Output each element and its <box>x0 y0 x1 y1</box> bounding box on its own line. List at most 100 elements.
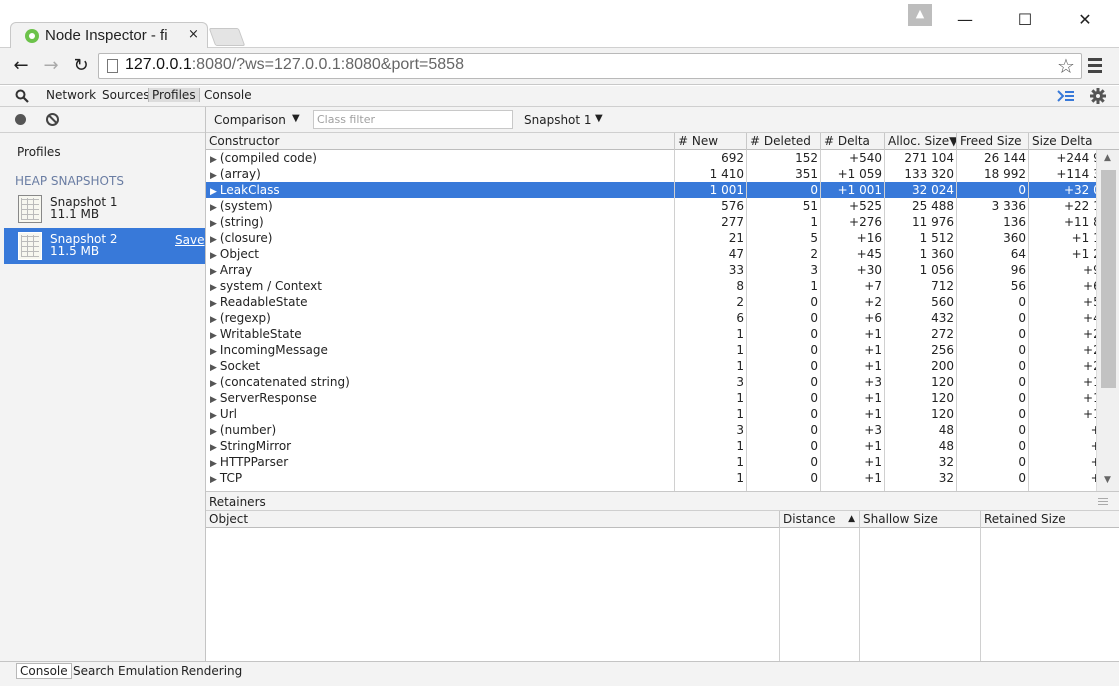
expand-triangle-icon[interactable]: ▶ <box>210 379 217 389</box>
new-tab-button[interactable] <box>208 28 246 46</box>
bookmark-star-icon[interactable]: ☆ <box>1057 54 1075 78</box>
table-row[interactable]: ▶(string) 277 1 +276 11 976 136 +11 840 <box>206 214 1097 230</box>
forward-button[interactable]: → <box>40 55 62 77</box>
expand-triangle-icon[interactable]: ▶ <box>210 235 217 245</box>
sidebar-item-snapshot-2[interactable]: Snapshot 2 11.5 MB Save <box>4 228 205 264</box>
tab-console[interactable]: Console <box>204 88 252 102</box>
minimize-button[interactable]: — <box>950 8 980 32</box>
expand-triangle-icon[interactable]: ▶ <box>210 315 217 325</box>
expand-triangle-icon[interactable]: ▶ <box>210 171 217 181</box>
drawer-tab-console[interactable]: Console <box>16 663 72 679</box>
table-row[interactable]: ▶(regexp) 6 0 +6 432 0 +432 <box>206 310 1097 326</box>
alloc-size-cell: 712 <box>931 279 954 293</box>
table-row[interactable]: ▶Url 1 0 +1 120 0 +120 <box>206 406 1097 422</box>
record-icon[interactable] <box>15 114 26 125</box>
drawer-tab-rendering[interactable]: Rendering <box>181 664 242 678</box>
freed-size-cell: 64 <box>1010 247 1026 261</box>
table-row[interactable]: ▶StringMirror 1 0 +1 48 0 +48 <box>206 438 1097 454</box>
close-window-button[interactable]: ✕ <box>1070 8 1100 32</box>
expand-triangle-icon[interactable]: ▶ <box>210 475 217 485</box>
table-row[interactable]: ▶Array333+301 05696+960 <box>206 262 1097 278</box>
table-row[interactable]: ▶Socket 1 0 +1 200 0 +200 <box>206 358 1097 374</box>
expand-triangle-icon[interactable]: ▶ <box>210 283 217 293</box>
drawer-tab-search[interactable]: Search <box>73 664 114 678</box>
expand-triangle-icon[interactable]: ▶ <box>210 363 217 373</box>
chevron-down-icon[interactable]: ▼ <box>595 113 603 124</box>
reload-button[interactable]: ↻ <box>70 55 92 77</box>
expand-triangle-icon[interactable]: ▶ <box>210 427 217 437</box>
expand-triangle-icon[interactable]: ▶ <box>210 299 217 309</box>
table-row[interactable]: ▶Object 47 2 +45 1 360 64 +1 296 <box>206 246 1097 262</box>
save-snapshot-link[interactable]: Save <box>175 233 204 247</box>
table-row[interactable]: ▶WritableState 1 0 +1 272 0 +272 <box>206 326 1097 342</box>
freed-size-cell: 96 <box>1010 263 1026 277</box>
profiles-heading[interactable]: Profiles <box>17 145 61 159</box>
expand-triangle-icon[interactable]: ▶ <box>210 187 217 197</box>
alloc-size-cell: 272 <box>931 327 954 341</box>
maximize-button[interactable]: ☐ <box>1010 8 1040 32</box>
col-alloc-size[interactable]: Alloc. Size▼ <box>885 133 957 150</box>
tab-network[interactable]: Network <box>46 88 96 102</box>
table-row[interactable]: ▶system / Context 8 1 +7 712 56 +656 <box>206 278 1097 294</box>
table-row[interactable]: ▶ (compiled code) 692 152 +540 271 104 26 144 +… <box>206 150 1097 166</box>
expand-triangle-icon[interactable]: ▶ <box>210 347 217 357</box>
table-row[interactable]: ▶ReadableState 2 0 +2 560 0 +560 <box>206 294 1097 310</box>
address-bar[interactable]: 127.0.0.1:8080/?ws=127.0.0.1:8080&port=5… <box>98 53 1082 79</box>
col-new[interactable]: # New <box>675 133 747 150</box>
expand-triangle-icon[interactable]: ▶ <box>210 459 217 469</box>
col-delta[interactable]: # Delta <box>821 133 885 150</box>
expand-triangle-icon[interactable]: ▶ <box>210 203 217 213</box>
col-retained-size[interactable]: Retained Size <box>981 511 1119 528</box>
tab-profiles[interactable]: Profiles <box>148 88 200 102</box>
expand-triangle-icon[interactable]: ▶ <box>210 443 217 453</box>
table-row[interactable]: ▶(system) 576 51 +525 25 488 3 336 +22 152 <box>206 198 1097 214</box>
scroll-up-icon[interactable]: ▲ <box>1104 153 1111 163</box>
col-object[interactable]: Object <box>206 511 780 528</box>
sidebar-item-snapshot-1[interactable]: Snapshot 1 11.1 MB <box>4 191 205 227</box>
col-deleted[interactable]: # Deleted <box>747 133 821 150</box>
new-cell: 1 410 <box>709 167 744 181</box>
expand-triangle-icon[interactable]: ▶ <box>210 331 217 341</box>
class-filter-input[interactable] <box>313 110 513 129</box>
view-select[interactable]: Comparison <box>214 113 286 127</box>
expand-triangle-icon[interactable]: ▶ <box>210 395 217 405</box>
table-row[interactable]: ▶LeakClass 1 001 0 +1 001 32 024 0 +32 024 <box>206 182 1097 198</box>
tab-close-icon[interactable]: × <box>188 27 199 42</box>
col-constructor[interactable]: Constructor <box>206 133 675 150</box>
user-profile-icon[interactable]: ▲ <box>908 4 932 26</box>
clear-all-icon[interactable] <box>46 113 59 126</box>
col-freed-size[interactable]: Freed Size <box>957 133 1029 150</box>
drawer-tab-emulation[interactable]: Emulation <box>118 664 179 678</box>
scroll-thumb[interactable] <box>1101 170 1116 388</box>
expand-triangle-icon[interactable]: ▶ <box>210 219 217 229</box>
back-button[interactable]: ← <box>10 55 32 77</box>
expand-triangle-icon[interactable]: ▶ <box>210 267 217 277</box>
col-shallow-size[interactable]: Shallow Size <box>860 511 981 528</box>
col-distance[interactable]: Distance ▲ <box>780 511 860 528</box>
console-drawer-icon[interactable] <box>1057 89 1075 103</box>
resize-grip-icon[interactable] <box>1098 496 1108 505</box>
base-snapshot-select[interactable]: Snapshot 1 <box>524 113 592 127</box>
chevron-down-icon[interactable]: ▼ <box>292 113 300 124</box>
table-scrollbar[interactable]: ▲ ▼ <box>1096 150 1119 491</box>
expand-triangle-icon[interactable]: ▶ <box>210 251 217 261</box>
constructor-cell: ▶ WritableState <box>206 326 675 342</box>
table-row[interactable]: ▶TCP 1 0 +1 32 0 +32 <box>206 470 1097 486</box>
table-row[interactable]: ▶(number) 3 0 +3 48 0 +48 <box>206 422 1097 438</box>
browser-tab[interactable]: Node Inspector - fi × <box>10 22 208 48</box>
expand-triangle-icon[interactable]: ▶ <box>210 155 217 165</box>
settings-gear-icon[interactable] <box>1090 88 1106 104</box>
tab-sources[interactable]: Sources <box>102 88 149 102</box>
scroll-down-icon[interactable]: ▼ <box>1104 475 1111 485</box>
col-size-delta[interactable]: Size Delta <box>1029 133 1119 150</box>
browser-menu-icon[interactable] <box>1088 55 1104 75</box>
table-row[interactable]: ▶(concatenated string) 3 0 +3 120 0 +120 <box>206 374 1097 390</box>
table-row[interactable]: ▶IncomingMessage 1 0 +1 256 0 +256 <box>206 342 1097 358</box>
table-row[interactable]: ▶(closure) 21 5 +16 1 512 360 +1 152 <box>206 230 1097 246</box>
table-row[interactable]: ▶HTTPParser 1 0 +1 32 0 +32 <box>206 454 1097 470</box>
search-icon[interactable] <box>15 89 29 103</box>
table-row[interactable]: ▶ (array) 1 410 351 +1 059 133 320 18 992 +114 … <box>206 166 1097 182</box>
expand-triangle-icon[interactable]: ▶ <box>210 411 217 421</box>
deleted-cell: 2 <box>810 247 818 261</box>
table-row[interactable]: ▶ServerResponse 1 0 +1 120 0 +120 <box>206 390 1097 406</box>
